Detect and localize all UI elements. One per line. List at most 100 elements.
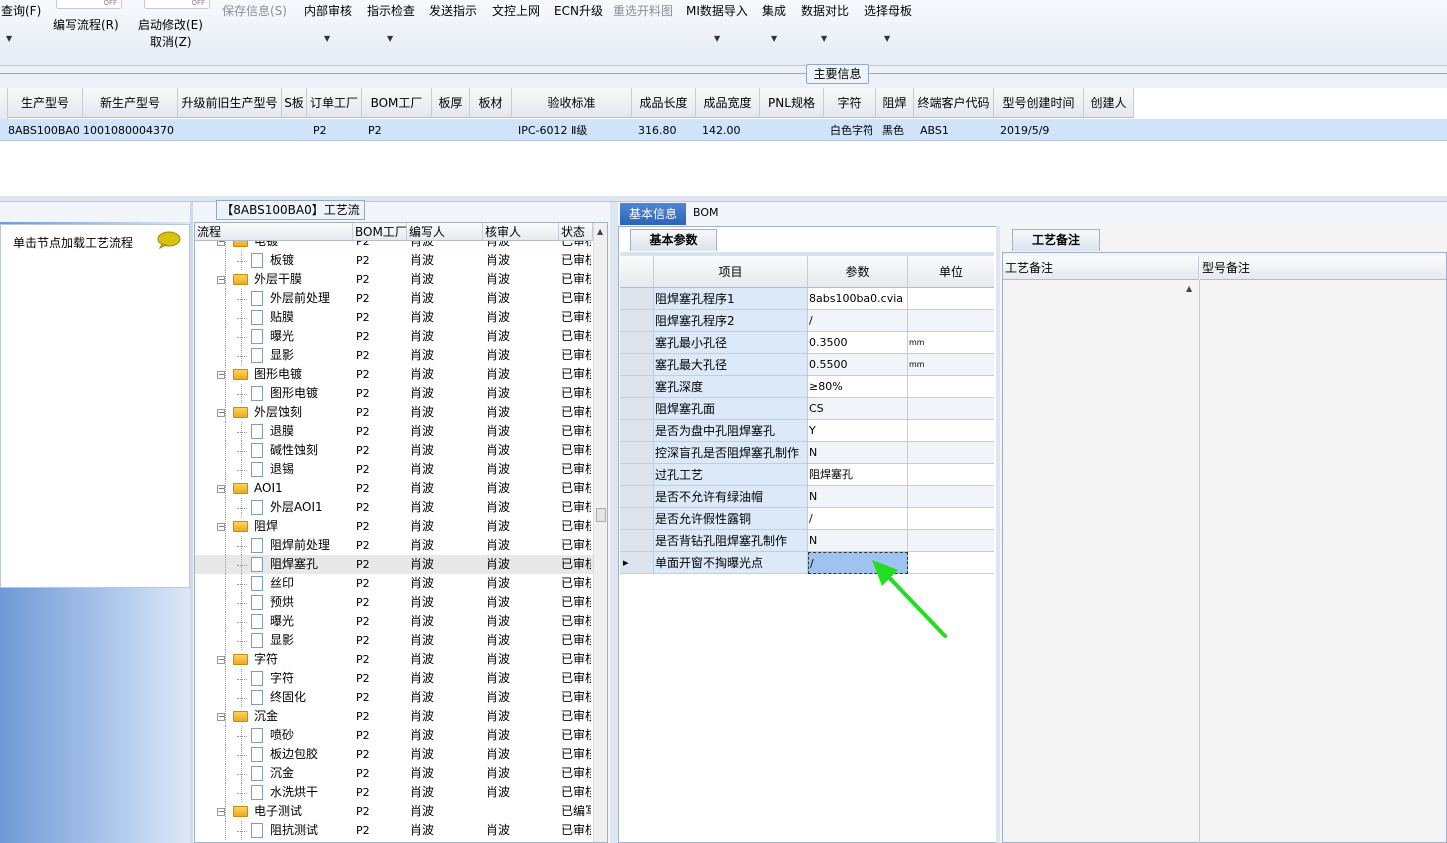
param-row[interactable]: 阻焊塞孔程序2/ bbox=[620, 310, 994, 332]
save-info-button[interactable]: 保存信息(S) bbox=[222, 2, 287, 19]
column-header-main-5[interactable]: BOM工厂 bbox=[362, 88, 432, 118]
column-header-main-8[interactable]: 验收标准 bbox=[512, 88, 632, 118]
table-cell[interactable]: P2 bbox=[303, 120, 358, 142]
tree-row[interactable]: 外层AOI1 P2 肖波 肖波 已审核 bbox=[195, 498, 593, 517]
table-cell[interactable]: 10010800043702 bbox=[79, 120, 174, 142]
write-flow-button[interactable]: 编写流程(R) bbox=[53, 16, 119, 33]
tree-row[interactable]: − 阻焊 P2 肖波 肖波 已审核 bbox=[195, 517, 593, 536]
tree-row[interactable]: 图形电镀 P2 肖波 肖波 已审核 bbox=[195, 384, 593, 403]
tree-row[interactable]: 贴膜 P2 肖波 肖波 已审核 bbox=[195, 308, 593, 327]
chevron-down-icon[interactable]: ▼ bbox=[324, 34, 330, 43]
column-header-main-14[interactable]: 终端客户代码 bbox=[914, 88, 994, 118]
param-row[interactable]: 是否允许假性露铜 / bbox=[620, 508, 994, 530]
tree-row[interactable]: 阻抗测试 P2 肖波 肖波 已审核 bbox=[195, 821, 593, 840]
tree-row[interactable]: 沉金 P2 肖波 肖波 已审核 bbox=[195, 764, 593, 783]
tree-row[interactable]: 丝印 P2 肖波 肖波 已审核 bbox=[195, 574, 593, 593]
row-header[interactable] bbox=[620, 508, 654, 530]
chevron-down-icon[interactable]: ▼ bbox=[714, 34, 720, 43]
tree-row[interactable]: 曝光 P2 肖波 肖波 已审核 bbox=[195, 327, 593, 346]
tree-row[interactable]: 水洗烘干 P2 肖波 肖波 已审核 bbox=[195, 783, 593, 802]
tree-row[interactable]: 外层前处理 P2 肖波 肖波 已审核 bbox=[195, 289, 593, 308]
column-header-value[interactable]: 参数 bbox=[808, 256, 908, 288]
table-cell[interactable] bbox=[466, 120, 508, 142]
param-cell-value[interactable]: 0.3500 bbox=[808, 332, 908, 354]
column-header-main-1[interactable]: 新生产型号 bbox=[83, 88, 178, 118]
collapse-icon[interactable]: − bbox=[217, 241, 225, 246]
column-header-main-9[interactable]: 成品长度 bbox=[632, 88, 696, 118]
table-cell[interactable]: ABS1 bbox=[910, 120, 990, 142]
chevron-down-icon[interactable]: ▼ bbox=[387, 34, 393, 43]
column-header-main-4[interactable]: 订单工厂 bbox=[307, 88, 362, 118]
data-compare-button[interactable]: 数据对比 bbox=[801, 2, 849, 19]
tree-row[interactable]: 预烘 P2 肖波 肖波 已审核 bbox=[195, 593, 593, 612]
tree-row[interactable]: 阻焊前处理 P2 肖波 肖波 已审核 bbox=[195, 536, 593, 555]
table-cell[interactable]: 白色字符 bbox=[820, 120, 872, 142]
tab-process-remarks[interactable]: 工艺备注 bbox=[1012, 229, 1100, 251]
column-header-reviewer[interactable]: 核审人 bbox=[483, 223, 559, 241]
tree-row[interactable]: 板镀 P2 肖波 肖波 已审核 bbox=[195, 251, 593, 270]
tree-row[interactable]: − AOI1 P2 肖波 肖波 已审核 bbox=[195, 479, 593, 498]
param-cell-value[interactable]: / bbox=[808, 508, 908, 530]
send-instruction-button[interactable]: 发送指示 bbox=[429, 2, 477, 19]
tree-row[interactable]: 显影 P2 肖波 肖波 已审核 bbox=[195, 631, 593, 650]
row-header[interactable] bbox=[620, 464, 654, 486]
scroll-up-icon[interactable]: ▲ bbox=[597, 227, 603, 236]
collapse-icon[interactable]: − bbox=[217, 523, 225, 531]
table-cell[interactable]: IPC-6012 Ⅱ级 bbox=[508, 120, 628, 142]
param-row[interactable]: 塞孔最小孔径 0.3500 mm bbox=[620, 332, 994, 354]
param-row[interactable]: 阻焊塞孔面 CS bbox=[620, 398, 994, 420]
tree-row[interactable]: 字符 P2 肖波 肖波 已审核 bbox=[195, 669, 593, 688]
column-header-item[interactable]: 项目 bbox=[654, 256, 808, 288]
tab-bom[interactable]: BOM bbox=[693, 206, 719, 219]
tab-basic-info[interactable]: 基本信息 bbox=[620, 203, 686, 225]
column-header-status[interactable]: 状态 bbox=[559, 223, 593, 241]
param-cell-value[interactable]: N bbox=[808, 486, 908, 508]
query-button[interactable]: 查询(F) bbox=[1, 2, 41, 19]
row-header[interactable] bbox=[620, 420, 654, 442]
tree-row[interactable]: 曝光 P2 肖波 肖波 已审核 bbox=[195, 612, 593, 631]
param-cell-value[interactable]: / bbox=[808, 310, 908, 332]
tree-row[interactable]: 显影 P2 肖波 肖波 已审核 bbox=[195, 346, 593, 365]
vertical-splitter[interactable] bbox=[610, 202, 618, 843]
column-header-bom-factory[interactable]: BOM工厂 bbox=[353, 223, 407, 241]
chevron-down-icon[interactable]: ▼ bbox=[821, 34, 827, 43]
toggle-switch[interactable]: OFF bbox=[56, 0, 122, 9]
param-cell-value[interactable]: Y bbox=[808, 420, 908, 442]
collapse-icon[interactable]: − bbox=[217, 371, 225, 379]
row-header[interactable] bbox=[620, 310, 654, 332]
column-header-main-2[interactable]: 升级前旧生产型号 bbox=[178, 88, 282, 118]
column-header-main-6[interactable]: 板厚 bbox=[432, 88, 470, 118]
row-header[interactable] bbox=[620, 442, 654, 464]
column-header-main-3[interactable]: S板 bbox=[282, 88, 307, 118]
row-header[interactable] bbox=[620, 398, 654, 420]
table-cell[interactable] bbox=[1080, 120, 1130, 142]
row-header[interactable]: ▸ bbox=[620, 552, 654, 574]
tree-row[interactable]: 退锡 P2 肖波 肖波 已审核 bbox=[195, 460, 593, 479]
internal-review-button[interactable]: 内部审核 bbox=[304, 2, 352, 19]
param-row[interactable]: 塞孔最大孔径 0.5500 mm bbox=[620, 354, 994, 376]
tree-row[interactable]: 碱性蚀刻 P2 肖波 肖波 已审核 bbox=[195, 441, 593, 460]
collapse-icon[interactable]: − bbox=[217, 713, 225, 721]
column-header-flow[interactable]: 流程 bbox=[195, 223, 353, 241]
column-header-model-remark[interactable]: 型号备注 bbox=[1200, 256, 1446, 280]
table-cell[interactable] bbox=[756, 120, 820, 142]
param-row[interactable]: 控深盲孔是否阻焊塞孔制作 N bbox=[620, 442, 994, 464]
chevron-down-icon[interactable]: ▼ bbox=[771, 34, 777, 43]
param-row[interactable]: 阻焊塞孔程序1 8abs100ba0.cvia bbox=[620, 288, 994, 310]
tree-row[interactable]: − 沉金 P2 肖波 肖波 已审核 bbox=[195, 707, 593, 726]
row-header[interactable] bbox=[620, 486, 654, 508]
param-row[interactable]: 塞孔深度 ≥80% bbox=[620, 376, 994, 398]
column-header-main-15[interactable]: 型号创建时间 bbox=[994, 88, 1084, 118]
scroll-up-icon[interactable]: ▲ bbox=[1186, 284, 1192, 293]
column-header-writer[interactable]: 编写人 bbox=[407, 223, 483, 241]
param-cell-value[interactable]: 阻焊塞孔 bbox=[808, 464, 908, 486]
tree-row[interactable]: 终固化 P2 肖波 肖波 已审核 bbox=[195, 688, 593, 707]
doc-control-online-button[interactable]: 文控上网 bbox=[492, 2, 540, 19]
tree-row[interactable]: 退膜 P2 肖波 肖波 已审核 bbox=[195, 422, 593, 441]
column-header-main-10[interactable]: 成品宽度 bbox=[696, 88, 760, 118]
param-row[interactable]: 是否为盘中孔阻焊塞孔 Y bbox=[620, 420, 994, 442]
chevron-down-icon[interactable]: ▼ bbox=[884, 34, 890, 43]
collapse-icon[interactable]: − bbox=[217, 409, 225, 417]
param-cell-value[interactable]: 0.5500 bbox=[808, 354, 908, 376]
row-header[interactable] bbox=[620, 332, 654, 354]
